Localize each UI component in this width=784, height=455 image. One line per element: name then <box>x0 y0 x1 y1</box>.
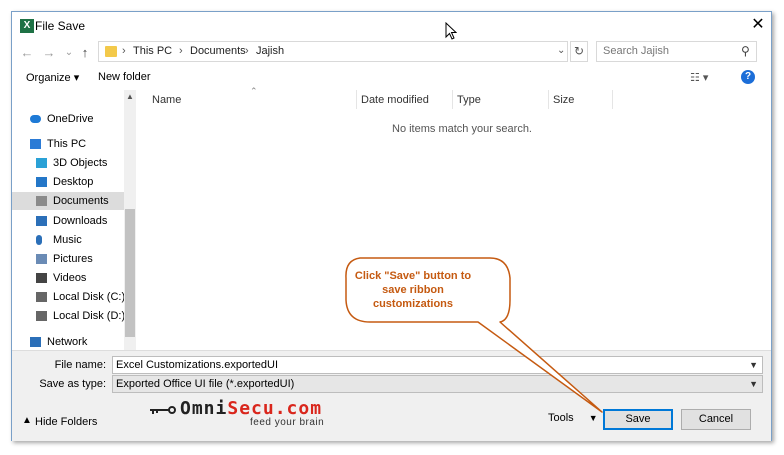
callout-text: Click "Save" button to save ribbon custo… <box>354 270 472 310</box>
callout-annotation <box>345 257 603 413</box>
